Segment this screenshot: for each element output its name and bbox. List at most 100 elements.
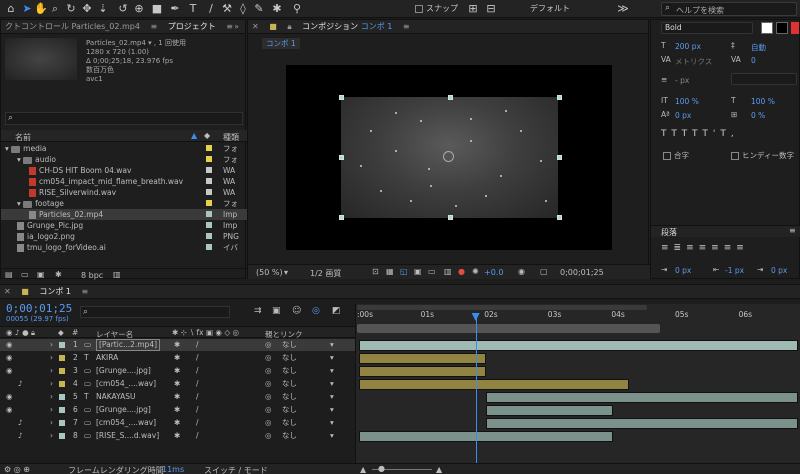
eye-icon[interactable]: ◉	[6, 365, 13, 377]
clone-stamp-icon[interactable]: ⚒	[220, 2, 234, 16]
audio-icon[interactable]: ♪	[18, 378, 23, 390]
show-snapshot-icon[interactable]: ▢	[540, 267, 548, 276]
label-color[interactable]	[59, 355, 65, 361]
audio-icon[interactable]: ♪	[18, 430, 23, 442]
snap-options-icon[interactable]: ⊞	[466, 2, 480, 16]
comp-timecode[interactable]: 0;00;01;25	[560, 268, 604, 277]
label-color[interactable]	[59, 420, 65, 426]
bpc-label[interactable]: 8 bpc	[81, 271, 103, 280]
graph-editor-icon[interactable]: ◩	[332, 306, 341, 316]
parent-dropdown[interactable]: なし	[282, 417, 297, 429]
leading-value[interactable]: 自動	[751, 42, 766, 53]
kerning-value[interactable]: メトリクス	[675, 56, 712, 67]
shy-icon[interactable]: ☺	[292, 306, 301, 316]
stroke-type-dropdown[interactable]	[731, 73, 797, 85]
swap-colors-icon[interactable]	[791, 22, 799, 34]
zoom-dropdown[interactable]: (50 %)	[256, 268, 283, 277]
orbit-camera-icon[interactable]: ↻	[64, 2, 78, 16]
eye-icon[interactable]: ◉	[6, 339, 13, 351]
tsume-value[interactable]: 0 %	[751, 111, 765, 120]
quality-switch-icon[interactable]: /	[196, 391, 199, 403]
pickwhip-icon[interactable]: ◎	[265, 352, 272, 364]
chevron-right-icon[interactable]: ›	[50, 404, 53, 416]
indent-first-value[interactable]: 0 px	[771, 266, 787, 275]
quality-dropdown[interactable]: 1/2 画質	[310, 268, 341, 279]
roto-brush-icon[interactable]: ✎	[252, 2, 266, 16]
list-item[interactable]: tmu_logo_forVideo.ai イバ	[1, 242, 247, 253]
chevron-right-icon[interactable]: ›	[50, 365, 53, 377]
type-tool-icon[interactable]: T	[186, 2, 200, 16]
layer-bar[interactable]	[359, 353, 487, 364]
font-size-value[interactable]: 200 px	[675, 42, 701, 51]
transform-handle[interactable]	[448, 95, 453, 100]
shy-switch-icon[interactable]: ✱	[174, 391, 180, 403]
new-comp-icon[interactable]: ▣	[37, 270, 45, 279]
ligature-checkbox[interactable]: 合字	[663, 150, 689, 161]
paragraph-menu-icon[interactable]: ≡	[789, 226, 796, 235]
motion-blur-icon[interactable]: ◎	[312, 306, 320, 316]
parent-dropdown[interactable]: なし	[282, 404, 297, 416]
playhead[interactable]	[475, 313, 477, 463]
channel-icon[interactable]: ▥	[444, 267, 452, 276]
parent-dropdown[interactable]: なし	[282, 391, 297, 403]
pickwhip-icon[interactable]: ◎	[265, 339, 272, 351]
workspace-menu-icon[interactable]: ≫	[616, 2, 630, 16]
quality-switch-icon[interactable]: /	[196, 352, 199, 364]
trash-icon[interactable]: ▥	[113, 270, 121, 279]
snap-edge-icon[interactable]: ⊟	[484, 2, 498, 16]
quality-switch-icon[interactable]: /	[196, 430, 199, 442]
pickwhip-icon[interactable]: ◎	[265, 378, 272, 390]
pen-tool-icon[interactable]: ✒	[168, 2, 182, 16]
label-color[interactable]	[59, 394, 65, 400]
transform-handle[interactable]	[339, 215, 344, 220]
tab-timeline-comp[interactable]: コンポ 1	[35, 285, 75, 298]
time-navigator[interactable]	[357, 324, 660, 333]
comp-mini-flowchart-icon[interactable]: ⇉	[254, 306, 262, 316]
pan-camera-icon[interactable]: ✥	[80, 2, 94, 16]
lock-icon[interactable]: 🔒︎	[283, 20, 295, 33]
selection-tool-icon[interactable]: ➤	[20, 2, 34, 16]
workspace-selector[interactable]: デフォルト	[530, 3, 570, 14]
eraser-icon[interactable]: ◊	[236, 2, 250, 16]
eye-icon[interactable]: ◉	[6, 391, 13, 403]
project-search-input[interactable]: ⌕	[5, 112, 243, 125]
label-color[interactable]	[59, 433, 65, 439]
resolution-icon[interactable]: ▣	[414, 267, 422, 276]
layer-bar[interactable]	[359, 340, 798, 351]
region-icon[interactable]: ⊡	[372, 267, 379, 276]
transform-handle[interactable]	[448, 215, 453, 220]
table-row[interactable]: ◉ › 3 ▭ [Grunge....jpg] ✱ / ◎ なし ▾	[0, 365, 355, 377]
audio-icon[interactable]: ♪	[18, 417, 23, 429]
label-color[interactable]	[59, 342, 65, 348]
parent-dropdown[interactable]: なし	[282, 378, 297, 390]
comp-menu-icon[interactable]: ≡	[399, 20, 414, 33]
settings-icon[interactable]: ✱	[55, 270, 62, 279]
label-color[interactable]	[206, 244, 212, 250]
label-color[interactable]	[206, 211, 212, 217]
transform-handle[interactable]	[557, 155, 562, 160]
tab-menu-icon[interactable]: ≡	[147, 20, 162, 33]
layer-bar[interactable]	[486, 418, 798, 429]
faux-style-buttons[interactable]: TTTTT'T,	[661, 129, 797, 139]
parent-dropdown[interactable]: なし	[282, 339, 297, 351]
label-color[interactable]	[59, 368, 65, 374]
home-icon[interactable]: ⌂	[4, 2, 18, 16]
col-type[interactable]: 種類	[223, 132, 239, 143]
table-row[interactable]: ◉ › 2 T AKIRA ✱ / ◎ なし ▾	[0, 352, 355, 364]
transform-handle[interactable]	[557, 215, 562, 220]
list-item[interactable]: ▾ audio フォ	[1, 154, 247, 165]
exposure-icon[interactable]: ✺	[472, 267, 479, 276]
quality-switch-icon[interactable]: /	[196, 378, 199, 390]
list-item[interactable]: Grunge_Pic.jpg Imp	[1, 220, 247, 231]
puppet-tool-icon[interactable]: ⚲	[290, 2, 304, 16]
interpret-icon[interactable]: ▤	[5, 270, 13, 279]
shy-switch-icon[interactable]: ✱	[174, 339, 180, 351]
layer-name[interactable]: [RISE_S....d.wav]	[96, 430, 159, 442]
shy-switch-icon[interactable]: ✱	[174, 417, 180, 429]
col-name[interactable]: 名前	[15, 132, 31, 143]
transform-handle[interactable]	[339, 155, 344, 160]
horiz-scale-value[interactable]: 100 %	[751, 97, 775, 106]
hindi-checkbox[interactable]: ヒンディー数字	[731, 150, 794, 161]
list-item[interactable]: RISE_Silverwind.wav WA	[1, 187, 247, 198]
close-icon[interactable]: ✕	[0, 285, 15, 298]
